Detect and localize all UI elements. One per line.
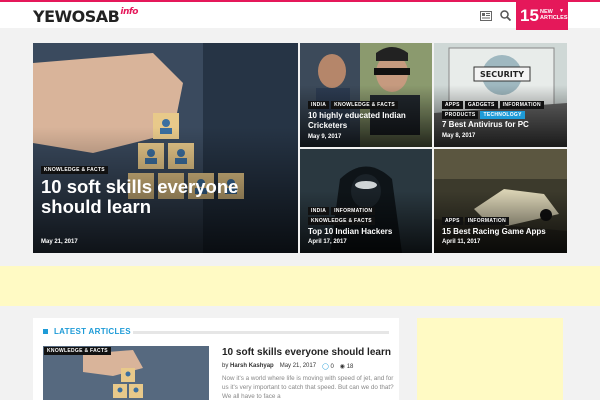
tag[interactable]: INFORMATION <box>464 217 510 225</box>
tag[interactable]: INFORMATION <box>331 207 376 215</box>
tile-date: April 11, 2017 <box>442 239 481 245</box>
views-value: 18 <box>346 364 354 370</box>
comments-count[interactable]: ◯ 0 <box>322 363 334 370</box>
tag[interactable]: PRODUCTS <box>442 111 479 119</box>
thumbnail-tag[interactable]: KNOWLEDGE & FACTS <box>44 347 111 355</box>
logo-main-text: YEWOSAB <box>33 7 120 26</box>
tag[interactable]: APPS <box>442 217 463 225</box>
comments-value: 0 <box>330 364 334 370</box>
author-prefix: by Harsh Kashyap <box>222 363 274 369</box>
chevron-down-icon: ▼ <box>559 8 564 14</box>
logo-suffix-text: info <box>120 7 138 17</box>
sidebar-advertisement[interactable] <box>417 318 563 400</box>
tile-title[interactable]: 7 Best Antivirus for PC <box>442 120 566 130</box>
tag[interactable]: KNOWLEDGE & FACTS <box>308 217 375 225</box>
article-thumbnail[interactable]: KNOWLEDGE & FACTS <box>43 346 209 400</box>
article-tile[interactable]: APPS INFORMATION 15 Best Racing Game App… <box>434 149 567 253</box>
comment-icon: ◯ <box>322 364 329 370</box>
tile-tags: KNOWLEDGE & FACTS <box>41 166 161 174</box>
tile-title[interactable]: 10 soft skills everyone should learn <box>41 177 241 217</box>
svg-text:SECURITY: SECURITY <box>480 70 524 79</box>
heading-divider <box>133 331 389 334</box>
article-tile[interactable]: INDIA KNOWLEDGE & FACTS 10 highly educat… <box>300 43 432 147</box>
tag[interactable]: GADGETS <box>464 101 498 109</box>
latest-article-title[interactable]: 10 soft skills everyone should learn <box>222 347 391 358</box>
tile-title[interactable]: Top 10 Indian Hackers <box>308 227 428 237</box>
tile-tags: APPS INFORMATION <box>442 217 562 225</box>
eye-icon: ◉ <box>339 364 346 370</box>
tile-tags: INDIA KNOWLEDGE & FACTS <box>308 101 428 109</box>
latest-article-excerpt: Now it's a world where life is moving wi… <box>222 375 394 400</box>
site-header: YEWOSABinfo 15 NEW ARTICLES ▼ <box>0 2 600 30</box>
latest-article-meta: by Harsh Kashyap May 21, 2017 ◯ 0 ◉ 18 <box>222 363 353 370</box>
tile-title[interactable]: 15 Best Racing Game Apps <box>442 227 566 237</box>
tile-date: May 9, 2017 <box>308 134 342 140</box>
tile-date: May 21, 2017 <box>41 239 78 245</box>
tag[interactable]: APPS <box>442 101 463 109</box>
new-articles-button[interactable]: 15 NEW ARTICLES ▼ <box>516 2 568 30</box>
tile-tags: INDIA INFORMATION KNOWLEDGE & FACTS <box>308 207 428 225</box>
site-logo[interactable]: YEWOSABinfo <box>33 7 138 26</box>
latest-articles-heading: LATEST ARTICLES <box>54 327 131 336</box>
article-tile[interactable]: INDIA INFORMATION KNOWLEDGE & FACTS Top … <box>300 149 432 253</box>
tag[interactable]: INDIA <box>308 207 330 215</box>
latest-articles-section: LATEST ARTICLES KNOWLEDGE & FACTS 10 sof… <box>33 318 399 400</box>
tag[interactable]: INDIA <box>308 101 330 109</box>
tag[interactable]: INFORMATION <box>499 101 544 109</box>
tag[interactable]: KNOWLEDGE & FACTS <box>331 101 399 109</box>
views-count: ◉ 18 <box>340 363 354 370</box>
tile-title[interactable]: 10 highly educated Indian Cricketers <box>308 111 428 130</box>
search-icon[interactable] <box>500 10 511 21</box>
article-date: May 21, 2017 <box>279 363 317 369</box>
tile-tags: APPS GADGETS INFORMATION PRODUCTS TECHNO… <box>442 101 552 119</box>
newspaper-icon[interactable] <box>480 11 492 21</box>
new-articles-count: 15 <box>520 6 539 25</box>
tile-date: April 17, 2017 <box>308 239 347 245</box>
tile-date: May 8, 2017 <box>442 133 476 139</box>
featured-article-tile[interactable]: KNOWLEDGE & FACTS 10 soft skills everyon… <box>33 43 298 253</box>
new-articles-label: NEW ARTICLES <box>540 9 568 21</box>
article-tile[interactable]: SECURITY APPS GADGETS INFORMATION PRODUC… <box>434 43 567 147</box>
section-marker-icon <box>43 329 48 334</box>
author-name[interactable]: Harsh Kashyap <box>230 363 274 369</box>
tag[interactable]: KNOWLEDGE & FACTS <box>41 166 108 174</box>
tag[interactable]: TECHNOLOGY <box>480 111 525 119</box>
advertisement-banner[interactable] <box>0 266 600 306</box>
